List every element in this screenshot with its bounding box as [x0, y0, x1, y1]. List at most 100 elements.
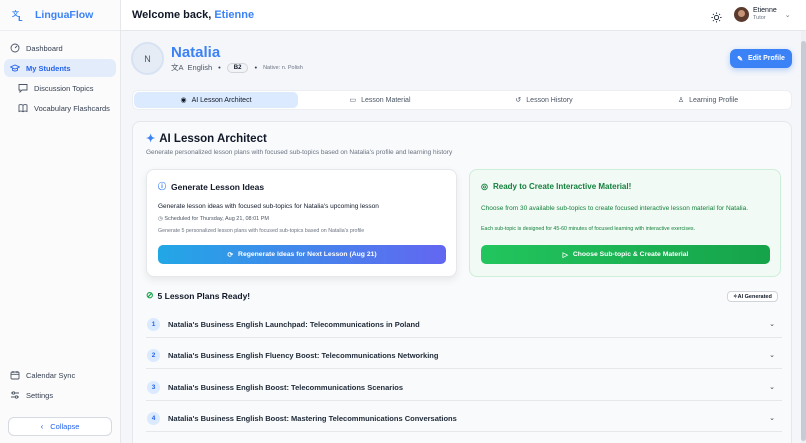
- svg-text:L: L: [18, 15, 23, 22]
- lesson-plan-row-3[interactable]: 3 Natalia's Business English Boost: Tele…: [146, 375, 782, 401]
- brain-icon: ◉: [180, 97, 187, 104]
- ready-card-note: Each sub-topic is designed for 45-60 min…: [481, 226, 696, 232]
- plan-title: Natalia's Business English Boost: Master…: [168, 414, 457, 423]
- ready-card-title-text: Ready to Create Interactive Material!: [492, 182, 632, 191]
- tab-label: AI Lesson Architect: [191, 96, 252, 104]
- sliders-icon: [10, 390, 20, 400]
- graduation-cap-icon: [10, 63, 20, 73]
- tab-lesson-history[interactable]: ↺ Lesson History: [462, 92, 626, 108]
- lesson-plan-row-1[interactable]: 1 Natalia's Business English Launchpad: …: [146, 312, 782, 338]
- sidebar-item-dashboard[interactable]: Dashboard: [4, 39, 116, 57]
- user-info: Etienne Tutor: [753, 7, 777, 22]
- history-icon: ↺: [515, 97, 522, 104]
- sidebar-item-calendar-sync[interactable]: Calendar Sync: [4, 366, 116, 384]
- ready-card-title: ◎ Ready to Create Interactive Material!: [481, 182, 631, 191]
- sidebar-item-label: Discussion Topics: [34, 83, 94, 93]
- brand[interactable]: 文L LinguaFlow: [0, 0, 120, 31]
- top-header: Welcome back, Etienne Etienne Tutor ⌄: [121, 0, 806, 31]
- target-icon: ◎: [481, 182, 488, 191]
- sidebar-item-vocabulary-flashcards[interactable]: Vocabulary Flashcards: [4, 99, 116, 117]
- regenerate-ideas-button[interactable]: ⟳ Regenerate Ideas for Next Lesson (Aug …: [158, 245, 446, 264]
- choose-subtopic-button[interactable]: ▷ Choose Sub-topic & Create Material: [481, 245, 770, 264]
- scheduled-time: ◷ Scheduled for Thursday, Aug 21, 08:01 …: [158, 216, 269, 222]
- panel-title-text: AI Lesson Architect: [159, 132, 267, 145]
- welcome-message: Welcome back, Etienne: [132, 9, 254, 21]
- sidebar-nav: Dashboard My Students Discussion Topics …: [0, 31, 120, 127]
- plan-title: Natalia's Business English Fluency Boost…: [168, 351, 439, 360]
- tab-lesson-material[interactable]: ▭ Lesson Material: [298, 92, 462, 108]
- sidebar-item-label: My Students: [26, 63, 71, 73]
- edit-profile-label: Edit Profile: [747, 55, 785, 62]
- student-meta: 文A English • B2 • Native: n. Polish: [171, 62, 303, 73]
- generate-card-text: Generate lesson ideas with focused sub-t…: [158, 203, 379, 210]
- generate-ideas-card: ⓘ Generate Lesson Ideas Generate lesson …: [146, 169, 457, 277]
- lesson-architect-panel: ✦ AI Lesson Architect Generate personali…: [132, 121, 792, 443]
- book-icon: [18, 103, 28, 113]
- scheduled-text: Scheduled for Thursday, Aug 21, 08:01 PM: [164, 216, 269, 222]
- language-logo-icon: 文L: [12, 8, 26, 22]
- chevron-down-icon: ⌄: [769, 352, 775, 359]
- tab-ai-lesson-architect[interactable]: ◉ AI Lesson Architect: [134, 92, 298, 108]
- lesson-plan-row-2[interactable]: 2 Natalia's Business English Fluency Boo…: [146, 343, 782, 369]
- sidebar-item-label: Dashboard: [26, 43, 63, 53]
- ai-generated-badge: ✧ AI Generated: [727, 291, 778, 302]
- scrollbar-thumb[interactable]: [801, 41, 806, 441]
- ai-generated-text: AI Generated: [737, 293, 772, 300]
- calendar-icon: [10, 370, 20, 380]
- sidebar-item-label: Vocabulary Flashcards: [34, 103, 110, 113]
- regenerate-label: Regenerate Ideas for Next Lesson (Aug 21…: [238, 251, 377, 258]
- generate-card-title-text: Generate Lesson Ideas: [171, 181, 265, 192]
- plan-title: Natalia's Business English Launchpad: Te…: [168, 320, 420, 329]
- chat-bubble-icon: [18, 83, 28, 93]
- play-icon: ▷: [562, 251, 568, 259]
- plan-number: 2: [147, 349, 160, 362]
- user-icon: ♙: [677, 97, 685, 104]
- plan-number: 1: [147, 318, 160, 331]
- sidebar-item-settings[interactable]: Settings: [4, 386, 116, 404]
- tab-label: Lesson Material: [361, 96, 411, 104]
- panel-subtitle: Generate personalized lesson plans with …: [146, 149, 453, 156]
- plan-title: Natalia's Business English Boost: Teleco…: [168, 383, 404, 392]
- translate-icon: 文A: [171, 63, 184, 72]
- check-circle-icon: ⊘: [146, 290, 154, 300]
- ready-card-text: Choose from 30 available sub-topics to c…: [481, 205, 748, 212]
- open-book-icon: ▭: [349, 97, 357, 104]
- separator-dot: •: [218, 63, 221, 72]
- lesson-plan-row-4[interactable]: 4 Natalia's Business English Boost: Mast…: [146, 406, 782, 432]
- user-menu[interactable]: Etienne Tutor ⌄: [734, 7, 791, 22]
- chevron-left-icon: ‹: [40, 422, 44, 431]
- student-tabs: ◉ AI Lesson Architect ▭ Lesson Material …: [132, 90, 792, 110]
- sidebar-item-discussion-topics[interactable]: Discussion Topics: [4, 79, 116, 97]
- tab-label: Learning Profile: [689, 96, 739, 104]
- generate-card-note: Generate 5 personalized lesson plans wit…: [158, 228, 365, 234]
- theme-toggle-sun-icon[interactable]: [711, 10, 722, 23]
- student-language: English: [187, 63, 213, 72]
- user-role: Tutor: [753, 15, 766, 22]
- chevron-down-icon: ⌄: [784, 11, 791, 19]
- lesson-plans-title-text: 5 Lesson Plans Ready!: [157, 290, 251, 301]
- sidebar-item-label: Settings: [26, 390, 54, 400]
- sidebar-bottom-nav: Calendar Sync Settings: [4, 366, 116, 406]
- app-name: LinguaFlow: [35, 9, 94, 21]
- lesson-plans-title: ⊘ 5 Lesson Plans Ready!: [146, 290, 250, 301]
- collapse-button[interactable]: ‹ Collapse: [8, 417, 112, 436]
- refresh-icon: ⟳: [227, 251, 234, 259]
- chevron-down-icon: ⌄: [769, 415, 775, 422]
- separator-dot: •: [254, 63, 258, 72]
- choose-subtopic-label: Choose Sub-topic & Create Material: [572, 251, 689, 258]
- edit-profile-button[interactable]: ✎ Edit Profile: [730, 49, 792, 68]
- panel-title: ✦ AI Lesson Architect: [146, 132, 267, 146]
- chevron-down-icon: ⌄: [769, 321, 775, 328]
- avatar: [734, 7, 749, 22]
- sidebar-item-my-students[interactable]: My Students: [4, 59, 116, 77]
- level-badge: B2: [226, 62, 249, 73]
- user-name: Etienne: [753, 7, 777, 15]
- collapse-label: Collapse: [50, 422, 80, 431]
- plan-number: 3: [147, 381, 160, 394]
- tab-learning-profile[interactable]: ♙ Learning Profile: [626, 92, 790, 108]
- plan-number: 4: [147, 412, 160, 425]
- gauge-icon: [10, 43, 20, 53]
- chevron-down-icon: ⌄: [769, 384, 775, 391]
- page-scrollbar[interactable]: [801, 31, 806, 443]
- ready-material-card: ◎ Ready to Create Interactive Material! …: [469, 169, 781, 277]
